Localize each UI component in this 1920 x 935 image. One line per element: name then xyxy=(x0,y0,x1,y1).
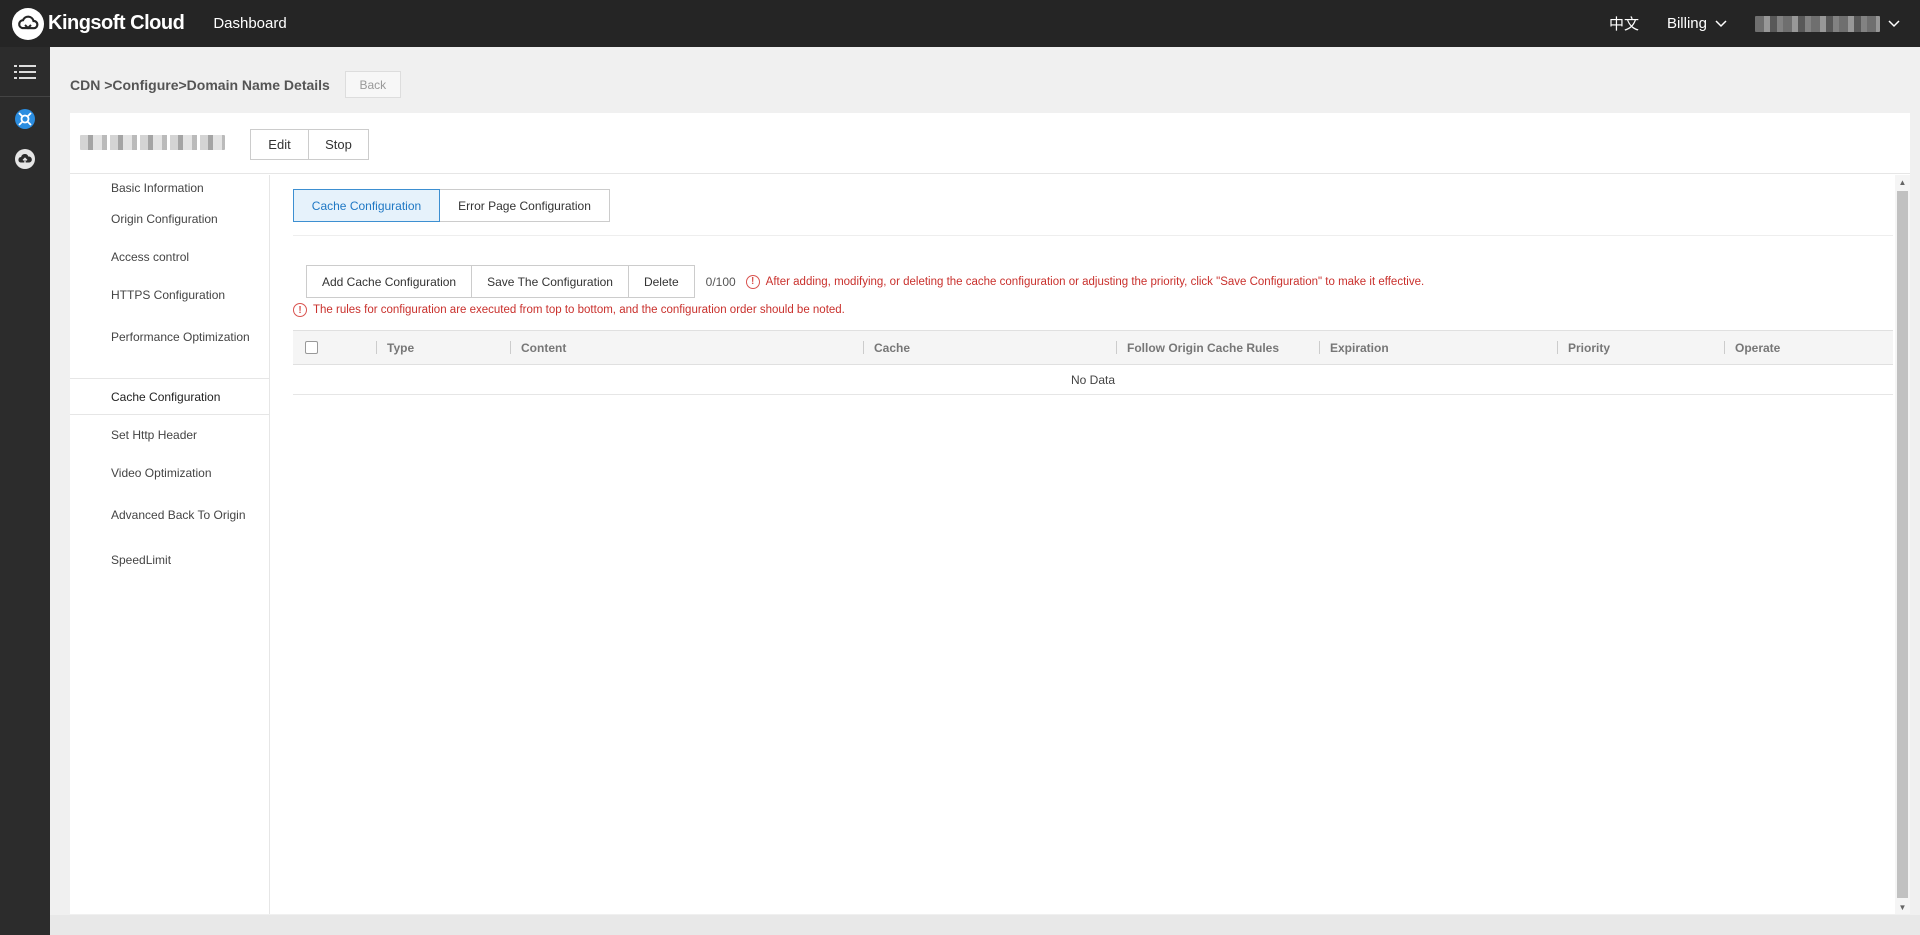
chevron-down-icon xyxy=(1888,19,1900,27)
column-header-priority: Priority xyxy=(1557,331,1610,364)
column-header-cache: Cache xyxy=(863,331,910,364)
stop-button[interactable]: Stop xyxy=(309,129,369,160)
column-header-expiration: Expiration xyxy=(1319,331,1389,364)
config-sidebar-menu: Basic Information Origin Configuration A… xyxy=(70,175,270,914)
vertical-scrollbar[interactable]: ▲ ▼ xyxy=(1895,175,1910,914)
sidebar-item-speedlimit[interactable]: SpeedLimit xyxy=(70,537,269,582)
column-header-type: Type xyxy=(376,331,414,364)
sidebar-item-origin-configuration[interactable]: Origin Configuration xyxy=(70,200,269,238)
domain-details-card: Edit Stop Basic Information Origin Confi… xyxy=(70,113,1910,914)
sidebar-item-advanced-back-to-origin[interactable]: Advanced Back To Origin xyxy=(70,492,269,537)
back-button[interactable]: Back xyxy=(344,71,401,98)
sidebar-item-basic-information[interactable]: Basic Information xyxy=(70,175,269,200)
warning-icon: ! xyxy=(745,274,760,289)
order-hint-notice: ! The rules for configuration are execut… xyxy=(293,303,845,317)
select-all-checkbox[interactable] xyxy=(305,341,318,354)
chevron-down-icon xyxy=(1715,19,1727,27)
scroll-up-arrow-icon[interactable]: ▲ xyxy=(1895,175,1910,189)
empty-table-message: No Data xyxy=(293,365,1893,395)
nav-dashboard-link[interactable]: Dashboard xyxy=(213,15,286,32)
scrollbar-thumb[interactable] xyxy=(1897,191,1908,898)
table-header: Type Content Cache Follow Origin Cache R… xyxy=(293,330,1893,365)
redacted-username xyxy=(1755,15,1880,32)
tab-cache-configuration[interactable]: Cache Configuration xyxy=(293,189,440,222)
sidebar-item-https-configuration[interactable]: HTTPS Configuration xyxy=(70,276,269,314)
add-cache-configuration-button[interactable]: Add Cache Configuration xyxy=(306,265,473,298)
order-hint-text: The rules for configuration are executed… xyxy=(313,304,845,316)
sidebar-item-set-http-header[interactable]: Set Http Header xyxy=(70,416,269,454)
billing-menu[interactable]: Billing xyxy=(1667,15,1727,32)
cloud-upload-icon[interactable] xyxy=(0,147,50,171)
column-header-operate: Operate xyxy=(1724,331,1780,364)
sidebar-item-cache-configuration[interactable]: Cache Configuration xyxy=(70,378,269,415)
main-area: CDN >Configure>Domain Name Details Back … xyxy=(50,47,1920,935)
brand-name: Kingsoft Cloud xyxy=(48,12,185,34)
domain-header: Edit Stop xyxy=(70,113,1910,174)
edit-button[interactable]: Edit xyxy=(250,129,309,160)
save-hint-text: After adding, modifying, or deleting the… xyxy=(765,275,1425,288)
billing-label: Billing xyxy=(1666,15,1707,32)
sidebar-item-access-control[interactable]: Access control xyxy=(70,238,269,276)
delete-button[interactable]: Delete xyxy=(628,265,695,298)
top-navigation-bar: Kingsoft Cloud Dashboard 中文 Billing xyxy=(0,0,1920,47)
cdn-icon[interactable] xyxy=(0,107,50,131)
sidebar-item-performance-optimization[interactable]: Performance Optimization xyxy=(70,314,269,359)
breadcrumb: CDN >Configure>Domain Name Details xyxy=(70,76,330,93)
kingsoft-cloud-logo-icon xyxy=(12,7,44,40)
redacted-domain-name xyxy=(80,135,225,150)
footer-strip xyxy=(50,915,1920,935)
sidebar-item-video-optimization[interactable]: Video Optimization xyxy=(70,454,269,492)
column-header-follow-origin-cache-rules: Follow Origin Cache Rules xyxy=(1116,331,1279,364)
tab-error-page-configuration[interactable]: Error Page Configuration xyxy=(440,189,610,222)
column-header-content: Content xyxy=(510,331,566,364)
cache-configuration-panel: Cache Configuration Error Page Configura… xyxy=(271,175,1910,914)
warning-icon: ! xyxy=(293,303,307,317)
scroll-down-arrow-icon[interactable]: ▼ xyxy=(1895,900,1910,914)
user-account-menu[interactable] xyxy=(1755,15,1900,32)
save-configuration-button[interactable]: Save The Configuration xyxy=(472,265,629,298)
cache-rules-table: Type Content Cache Follow Origin Cache R… xyxy=(293,330,1893,395)
brand-logo[interactable]: Kingsoft Cloud xyxy=(12,7,185,40)
menu-icon[interactable] xyxy=(0,61,50,83)
product-icon-sidebar xyxy=(0,47,50,935)
rule-count: 0/100 xyxy=(705,274,736,289)
save-hint-notice: ! After adding, modifying, or deleting t… xyxy=(745,274,1425,289)
language-switch[interactable]: 中文 xyxy=(1609,13,1639,34)
